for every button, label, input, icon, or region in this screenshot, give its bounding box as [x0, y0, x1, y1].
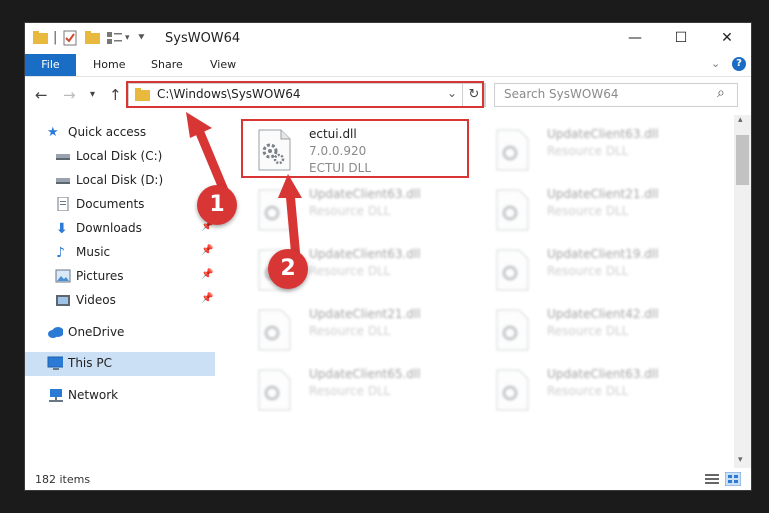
annotation-badge-1: 1 — [197, 185, 237, 225]
annotation-arrows — [186, 112, 302, 263]
arrow-2 — [278, 174, 302, 263]
annotation-badge-2: 2 — [268, 249, 308, 289]
